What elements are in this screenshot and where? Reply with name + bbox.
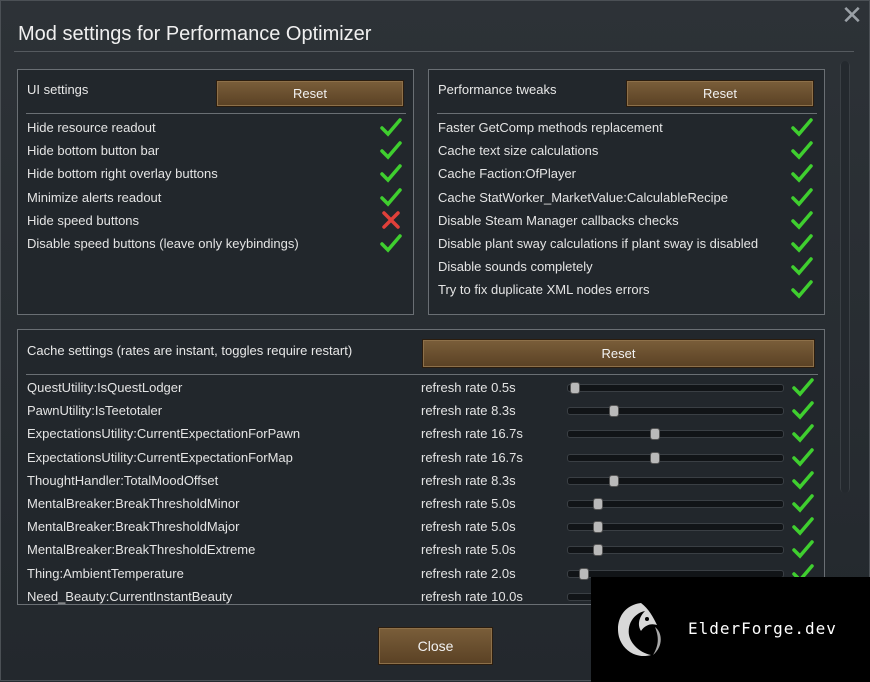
cache-item-label: Thing:AmbientTemperature	[27, 565, 184, 581]
ui-setting-item-label: Hide speed buttons	[27, 212, 140, 228]
performance-tweak-item-check-icon[interactable]	[791, 163, 813, 183]
slider-handle[interactable]	[579, 567, 590, 580]
cache-item-label: MentalBreaker:BreakThresholdExtreme	[27, 542, 256, 558]
refresh-rate-slider[interactable]	[567, 451, 784, 464]
cache-item-check-icon[interactable]	[792, 516, 814, 536]
cache-item-check-icon[interactable]	[792, 377, 814, 397]
slider-handle[interactable]	[609, 405, 620, 418]
performance-tweak-item-label: Cache text size calculations	[438, 143, 599, 159]
settings-scrollbar[interactable]	[840, 61, 850, 493]
performance-tweak-item-check-icon[interactable]	[791, 117, 813, 137]
slider-handle[interactable]	[650, 451, 660, 464]
performance-tweak-item-label: Disable Steam Manager callbacks checks	[438, 212, 679, 228]
cache-item-label: ExpectationsUtility:CurrentExpectationFo…	[27, 426, 301, 442]
mod-settings-window: ✕ Mod settings for Performance Optimizer…	[0, 0, 870, 682]
cache-item-refresh-rate: refresh rate 5.0s	[421, 496, 516, 511]
cache-item-label: QuestUtility:IsQuestLodger	[27, 380, 183, 395]
ui-setting-item-check-icon[interactable]	[380, 117, 402, 137]
performance-tweak-item-label: Cache Faction:OfPlayer	[438, 166, 577, 182]
ui-setting-item-check-icon[interactable]	[380, 233, 402, 253]
cache-item-refresh-rate: refresh rate 8.3s	[421, 403, 516, 419]
cache-item-label: ExpectationsUtility:CurrentExpectationFo…	[27, 449, 293, 465]
cache-item-refresh-rate: refresh rate 16.7s	[421, 449, 523, 465]
ui-setting-item-label: Hide bottom right overlay buttons	[27, 166, 218, 182]
cache-item-label: MentalBreaker:BreakThresholdMajor	[27, 519, 240, 535]
cache-item-check-icon[interactable]	[792, 493, 814, 513]
cache-item-label: ThoughtHandler:TotalMoodOffset	[27, 472, 219, 488]
ui-setting-item-label: Hide bottom button bar	[27, 143, 160, 159]
close-button[interactable]: Close	[378, 627, 493, 665]
refresh-rate-slider[interactable]	[567, 544, 784, 557]
ui-setting-item-check-icon[interactable]	[380, 140, 402, 160]
ui-setting-item-label: Hide resource readout	[27, 120, 156, 135]
watermark-text: ElderForge.dev	[688, 619, 837, 638]
performance-tweak-item-check-icon[interactable]	[791, 233, 813, 253]
refresh-rate-slider[interactable]	[567, 382, 784, 394]
performance-tweak-item-label: Disable plant sway calculations if plant…	[438, 236, 759, 251]
ui-setting-item-label: Minimize alerts readout	[27, 189, 162, 205]
performance-tweaks-title: Performance tweaks	[438, 82, 557, 97]
performance-tweak-item-check-icon[interactable]	[791, 187, 813, 207]
performance-tweak-item-check-icon[interactable]	[791, 140, 813, 160]
cache-item-refresh-rate: refresh rate 5.0s	[421, 519, 516, 535]
cache-item-check-icon[interactable]	[792, 423, 814, 443]
cache-settings-divider	[26, 374, 818, 375]
refresh-rate-slider[interactable]	[567, 474, 784, 487]
watermark: ElderForge.dev	[591, 577, 870, 682]
cache-item-refresh-rate: refresh rate 10.0s	[421, 588, 523, 604]
performance-tweaks-reset-button[interactable]: Reset	[626, 80, 814, 107]
scrollbar-thumb[interactable]	[841, 61, 849, 493]
performance-tweak-item-check-icon[interactable]	[791, 256, 813, 276]
cache-item-refresh-rate: refresh rate 2.0s	[421, 565, 516, 581]
performance-tweaks-divider	[437, 113, 817, 114]
slider-handle[interactable]	[570, 382, 581, 394]
cache-item-label: Need_Beauty:CurrentInstantBeauty	[27, 588, 233, 604]
cache-settings-title: Cache settings (rates are instant, toggl…	[27, 343, 353, 358]
ui-setting-item-label: Disable speed buttons (leave only keybin…	[27, 236, 299, 251]
cache-item-check-icon[interactable]	[792, 470, 814, 490]
cache-settings-reset-button[interactable]: Reset	[422, 339, 815, 368]
performance-tweak-item-check-icon[interactable]	[791, 279, 813, 299]
cache-item-label: PawnUtility:IsTeetotaler	[27, 403, 163, 419]
refresh-rate-slider[interactable]	[567, 498, 784, 510]
dragon-logo-icon	[617, 603, 661, 657]
ui-setting-item-check-icon[interactable]	[380, 187, 402, 207]
cache-item-label: MentalBreaker:BreakThresholdMinor	[27, 496, 240, 511]
slider-handle[interactable]	[593, 544, 604, 557]
performance-tweak-item-check-icon[interactable]	[791, 210, 813, 230]
refresh-rate-slider[interactable]	[567, 428, 784, 441]
cache-item-check-icon[interactable]	[792, 447, 814, 467]
performance-tweak-item-label: Disable sounds completely	[438, 259, 593, 275]
cache-item-refresh-rate: refresh rate 16.7s	[421, 426, 523, 442]
performance-tweak-item-label: Try to fix duplicate XML nodes errors	[438, 282, 650, 298]
performance-tweaks-panel: Performance tweaks Reset Faster GetComp …	[428, 69, 825, 315]
ui-setting-item-check-icon[interactable]	[380, 163, 402, 183]
slider-handle[interactable]	[593, 498, 604, 510]
cache-item-check-icon[interactable]	[792, 539, 814, 559]
cache-settings-panel: Cache settings (rates are instant, toggl…	[17, 329, 825, 605]
ui-settings-title: UI settings	[27, 82, 89, 97]
slider-handle[interactable]	[650, 428, 660, 441]
cache-item-refresh-rate: refresh rate 0.5s	[421, 380, 516, 395]
ui-settings-panel: UI settings Reset Hide resource readout H…	[17, 69, 414, 315]
cache-item-check-icon[interactable]	[792, 400, 814, 420]
slider-handle[interactable]	[609, 474, 620, 487]
refresh-rate-slider[interactable]	[567, 521, 784, 534]
close-window-icon[interactable]: ✕	[841, 2, 863, 28]
ui-settings-reset-button[interactable]: Reset	[216, 80, 404, 107]
cache-item-refresh-rate: refresh rate 8.3s	[421, 472, 516, 488]
performance-tweak-item-label: Cache StatWorker_MarketValue:CalculableR…	[438, 189, 728, 205]
refresh-rate-slider[interactable]	[567, 405, 784, 418]
ui-setting-item-cross-icon[interactable]	[380, 210, 402, 230]
window-title: Mod settings for Performance Optimizer	[18, 23, 372, 45]
title-divider	[14, 51, 854, 52]
ui-settings-divider	[26, 113, 406, 114]
performance-tweak-item-label: Faster GetComp methods replacement	[438, 120, 663, 135]
cache-item-refresh-rate: refresh rate 5.0s	[421, 542, 516, 558]
slider-handle[interactable]	[593, 521, 604, 534]
